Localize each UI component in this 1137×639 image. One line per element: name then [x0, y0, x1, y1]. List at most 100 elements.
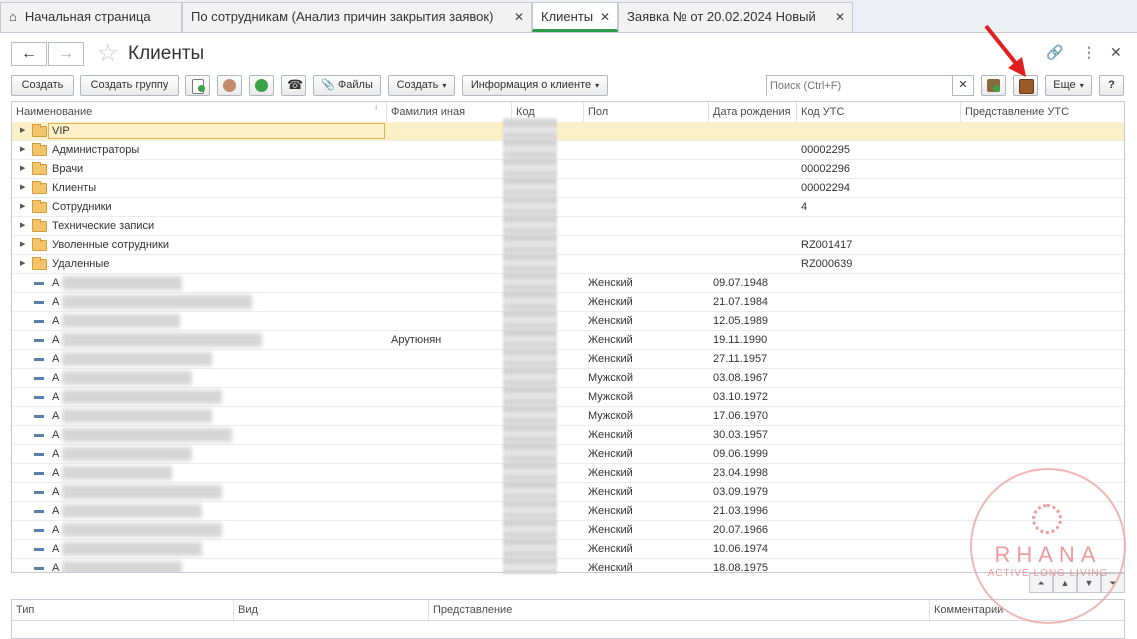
tab-employees-report[interactable]: По сотрудникам (Анализ причин закрытия з…: [182, 2, 532, 32]
search-input[interactable]: [767, 76, 952, 96]
expand-arrow-icon[interactable]: ▶: [20, 217, 25, 235]
group-row[interactable]: ▶ VIP: [12, 122, 1124, 141]
column-header-name[interactable]: Наименование: [12, 102, 387, 122]
client-sex: Женский: [588, 486, 633, 498]
clients-table[interactable]: Наименование ↓ Фамилия иная Код Пол Дата…: [11, 101, 1125, 573]
call-button[interactable]: [249, 75, 274, 96]
client-info-button[interactable]: Информация о клиенте ▾: [462, 75, 608, 96]
group-row[interactable]: ▶ Уволенные сотрудники RZ001417: [12, 236, 1124, 255]
group-row[interactable]: ▶ Технические записи: [12, 217, 1124, 236]
uts-code: 4: [801, 201, 808, 213]
client-row[interactable]: А Женский 18.08.1975: [12, 559, 1124, 572]
client-row[interactable]: А Женский 21.03.1996: [12, 502, 1124, 521]
client-item-icon: [34, 377, 44, 380]
client-row[interactable]: А Мужской 03.10.1972: [12, 388, 1124, 407]
contact-info-table[interactable]: Тип Вид Представление Комментарии: [11, 599, 1125, 639]
name-redaction: [62, 390, 222, 404]
folder-icon: [32, 200, 47, 213]
name-redaction: [62, 352, 212, 366]
client-row[interactable]: А Мужской 03.08.1967: [12, 369, 1124, 388]
column-header-birthdate[interactable]: Дата рождения: [709, 102, 797, 122]
column-header-uts-code[interactable]: Код УТС: [797, 102, 961, 122]
client-sex: Женский: [588, 296, 633, 308]
close-icon[interactable]: ✕: [1110, 44, 1122, 61]
add-document-button[interactable]: [185, 75, 210, 96]
back-button[interactable]: ←: [11, 42, 47, 66]
client-item-icon: [34, 491, 44, 494]
tab-clients[interactable]: Клиенты ✕: [532, 2, 618, 32]
create-button[interactable]: Создать: [11, 75, 74, 96]
report-button[interactable]: [981, 75, 1006, 96]
close-icon[interactable]: ✕: [835, 3, 845, 31]
group-row[interactable]: ▶ Сотрудники 4: [12, 198, 1124, 217]
client-row[interactable]: А Женский 20.07.1966: [12, 521, 1124, 540]
code-column-redaction: [503, 118, 557, 574]
client-other-surname: [391, 502, 509, 520]
column-header-presentation[interactable]: Представление: [429, 600, 930, 620]
group-row[interactable]: ▶ Клиенты 00002294: [12, 179, 1124, 198]
column-header-other-surname[interactable]: Фамилия иная: [387, 102, 512, 122]
group-row[interactable]: ▶ Врачи 00002296: [12, 160, 1124, 179]
client-row[interactable]: А Женский 21.07.1984: [12, 293, 1124, 312]
telephone-button[interactable]: ☎: [281, 75, 306, 96]
help-button[interactable]: ?: [1099, 75, 1124, 96]
client-row[interactable]: А Женский 30.03.1957: [12, 426, 1124, 445]
more-vert-icon[interactable]: ⋮: [1082, 44, 1096, 61]
link-icon[interactable]: 🔗: [1046, 44, 1063, 61]
name-redaction: [62, 428, 232, 442]
client-row[interactable]: А Арутюнян Женский 19.11.1990: [12, 331, 1124, 350]
tab-request[interactable]: Заявка № от 20.02.2024 Новый ✕: [618, 2, 853, 32]
expand-arrow-icon[interactable]: ▶: [20, 141, 25, 159]
expand-arrow-icon[interactable]: ▶: [20, 236, 25, 254]
close-icon[interactable]: ✕: [600, 3, 610, 29]
group-name: VIP: [52, 125, 70, 137]
column-header-type[interactable]: Тип: [12, 600, 234, 620]
name-redaction: [62, 295, 252, 309]
client-row[interactable]: А Женский 27.11.1957: [12, 350, 1124, 369]
client-birthdate: 21.07.1984: [713, 296, 769, 308]
column-header-uts-view[interactable]: Представление УТС: [961, 102, 1124, 122]
client-sex: Женский: [588, 467, 633, 479]
client-row[interactable]: А Женский 23.04.1998: [12, 464, 1124, 483]
table-header: Наименование ↓ Фамилия иная Код Пол Дата…: [12, 102, 1124, 123]
client-birthdate: 12.05.1989: [713, 315, 769, 327]
search-field[interactable]: ✕: [766, 75, 974, 96]
watermark-slogan: ACTIVE LONG LIVING: [987, 568, 1109, 579]
contact-person-button[interactable]: [217, 75, 242, 96]
expand-arrow-icon[interactable]: ▶: [20, 179, 25, 197]
group-row[interactable]: ▶ Администраторы 00002295: [12, 141, 1124, 160]
book-icon: [1019, 79, 1034, 94]
client-sex: Мужской: [588, 410, 633, 422]
client-row[interactable]: А Мужской 17.06.1970: [12, 407, 1124, 426]
client-row[interactable]: А Женский 09.06.1999: [12, 445, 1124, 464]
expand-arrow-icon[interactable]: ▶: [20, 198, 25, 216]
book-button[interactable]: [1013, 75, 1038, 96]
client-row[interactable]: А Женский 03.09.1979: [12, 483, 1124, 502]
client-item-icon: [34, 320, 44, 323]
group-row[interactable]: ▶ Удаленные RZ000639: [12, 255, 1124, 274]
clear-search-icon[interactable]: ✕: [952, 76, 973, 95]
column-header-sex[interactable]: Пол: [584, 102, 709, 122]
column-header-kind[interactable]: Вид: [234, 600, 429, 620]
expand-arrow-icon[interactable]: ▶: [20, 160, 25, 178]
tab-label: Клиенты: [541, 9, 594, 24]
client-item-icon: [34, 567, 44, 570]
forward-button[interactable]: →: [48, 42, 84, 66]
group-name: Сотрудники: [52, 201, 112, 213]
star-icon[interactable]: ☆: [97, 39, 119, 68]
client-row[interactable]: А Женский 10.06.1974: [12, 540, 1124, 559]
tab-home[interactable]: ⌂ Начальная страница: [0, 2, 182, 32]
expand-arrow-icon[interactable]: ▶: [20, 255, 25, 273]
create-menu-button[interactable]: Создать ▾: [388, 75, 455, 96]
close-icon[interactable]: ✕: [514, 3, 524, 31]
client-other-surname: [391, 521, 509, 539]
more-button[interactable]: Еще ▾: [1045, 75, 1092, 96]
client-row[interactable]: А Женский 12.05.1989: [12, 312, 1124, 331]
client-row[interactable]: А Женский 09.07.1948: [12, 274, 1124, 293]
expand-arrow-icon[interactable]: ▶: [20, 122, 25, 140]
group-name: Врачи: [52, 163, 84, 175]
create-group-button[interactable]: Создать группу: [80, 75, 179, 96]
files-button[interactable]: 📎 Файлы: [313, 75, 381, 96]
client-item-icon: [34, 510, 44, 513]
client-item-icon: [34, 472, 44, 475]
